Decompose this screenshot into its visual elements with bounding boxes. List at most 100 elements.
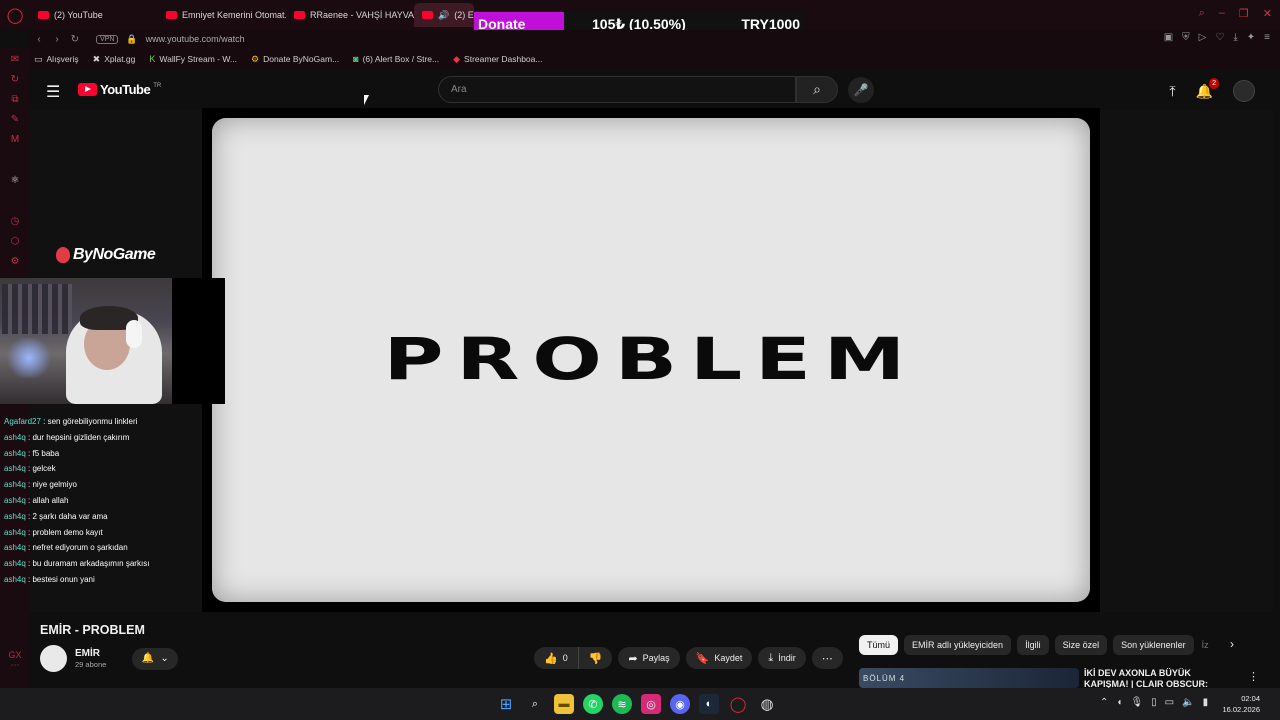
bookmarks-bar: ▭ Alışveriş ✖ Xplat.gg K WallFy Stream - W.…: [30, 48, 1280, 70]
sidebar-more-icon[interactable]: GX ⋯: [0, 650, 30, 671]
bookmark-item[interactable]: ◙ (6) Alert Box / Stre...: [353, 54, 439, 64]
m-icon[interactable]: M: [11, 134, 19, 145]
youtube-logo[interactable]: YouTube TR: [78, 82, 161, 97]
menu-icon[interactable]: ≡: [1264, 32, 1270, 43]
lock-icon[interactable]: 🔒: [126, 34, 137, 45]
notifications-button[interactable]: 🔔 2: [1196, 77, 1219, 100]
reload-icon[interactable]: ↻: [66, 34, 84, 45]
settings-icon[interactable]: ⚙: [11, 256, 20, 267]
chat-username: ash4q: [4, 543, 26, 553]
channel-avatar[interactable]: [40, 645, 67, 672]
vpn-badge[interactable]: VPN: [96, 34, 119, 44]
chat-username: ash4q: [4, 574, 26, 584]
thumbs-down-icon: 👎: [588, 652, 603, 665]
battery-icon[interactable]: ▮: [1203, 697, 1209, 708]
voice-search-button[interactable]: 🎤: [848, 77, 874, 103]
browser-tab[interactable]: Emniyet Kemerini Otomat...: [158, 3, 286, 27]
chat-username: ash4q: [4, 464, 26, 474]
browser-tab-active[interactable]: 🔊 (2) EM: [414, 3, 474, 27]
address-bar: ‹ › ↻ VPN 🔒 www.youtube.com/watch ▣ ⛨ ▷ …: [30, 30, 1280, 48]
minimize-icon[interactable]: –: [1219, 7, 1225, 20]
download-icon: ⤓: [768, 651, 774, 664]
browser-tab[interactable]: (2) YouTube: [30, 3, 158, 27]
chat-message: ash4q : problem demo kayıt: [4, 525, 224, 541]
bookmark-item[interactable]: ◆ Streamer Dashboa...: [453, 54, 542, 65]
chip-watched[interactable]: İz: [1200, 635, 1211, 655]
like-button[interactable]: 👍 0: [534, 647, 579, 669]
url-field[interactable]: www.youtube.com/watch: [146, 34, 245, 44]
snapshot-icon[interactable]: ▣: [1164, 32, 1173, 43]
chevron-up-icon[interactable]: ⌃: [1100, 697, 1108, 708]
chip-from-uploader[interactable]: EMİR adlı yükleyiciden: [904, 635, 1012, 655]
search-tabs-icon[interactable]: ⌕: [1199, 7, 1205, 20]
bookmark-item[interactable]: K WallFy Stream - W...: [149, 54, 237, 64]
download-icon[interactable]: ⤓: [1233, 32, 1237, 43]
chat-message: ash4q : bestesi onun yani: [4, 572, 224, 588]
like-dislike-group: 👍 0 👎: [534, 647, 613, 669]
display-icon[interactable]: ▭: [1165, 697, 1174, 708]
browser-tab[interactable]: RRaenee - VAHŞİ HAYVAN: [286, 3, 414, 27]
play-icon[interactable]: ▷: [1199, 32, 1207, 43]
download-button[interactable]: ⤓ İndir: [758, 647, 806, 669]
chip-all[interactable]: Tümü: [859, 635, 899, 655]
phone-icon[interactable]: ▯: [1151, 697, 1157, 708]
account-avatar[interactable]: [1233, 80, 1255, 102]
forward-icon[interactable]: ›: [48, 34, 66, 45]
history-icon[interactable]: ◷: [11, 216, 20, 227]
heart-icon[interactable]: ♡: [1215, 32, 1224, 43]
refresh-icon[interactable]: ↻: [11, 74, 19, 85]
save-label: Kaydet: [714, 653, 743, 663]
discord-icon[interactable]: ◉: [670, 694, 690, 714]
windows-start-icon[interactable]: ⊞: [496, 694, 516, 714]
instagram-icon[interactable]: ◎: [641, 694, 661, 714]
bookmark-item[interactable]: ⚙ Donate ByNoGam...: [251, 54, 339, 65]
bookmark-item[interactable]: ✖ Xplat.gg: [93, 54, 136, 65]
extensions-icon[interactable]: ⬡: [11, 236, 20, 247]
brush-icon[interactable]: ✎: [11, 114, 19, 125]
bynogame-logo-icon: [56, 247, 70, 263]
microphone-icon[interactable]: 🎙: [1130, 697, 1143, 708]
close-icon[interactable]: ✕: [1263, 7, 1272, 20]
recommended-video-thumbnail[interactable]: BÖLÜM 4: [859, 668, 1079, 688]
ai-icon[interactable]: ✦: [1247, 32, 1255, 43]
shield-icon[interactable]: ⛨: [1182, 32, 1190, 43]
search-input[interactable]: Ara: [438, 76, 796, 103]
chip-for-you[interactable]: Size özel: [1054, 635, 1108, 655]
opera-gx-icon[interactable]: ◯: [728, 694, 748, 714]
upload-icon[interactable]: ⤒: [1169, 83, 1175, 100]
tray-app-icon[interactable]: ◖: [1116, 697, 1122, 708]
channel-name[interactable]: EMİR: [75, 648, 106, 659]
share-button[interactable]: ➦ Paylaş: [618, 647, 680, 669]
search-icon[interactable]: ⌕: [525, 694, 545, 714]
video-player[interactable]: PROBLEM: [202, 108, 1100, 612]
volume-icon[interactable]: 🔈: [1182, 697, 1194, 708]
taskbar-clock[interactable]: 02:04 16.02.2026: [1222, 693, 1260, 715]
recommended-video-title[interactable]: İKİ DEV AXONLA BÜYÜK KAPIŞMA! | CLAIR OB…: [1084, 668, 1234, 688]
search-button[interactable]: ⌕: [796, 76, 838, 103]
whatsapp-icon[interactable]: ✆: [583, 694, 603, 714]
speaker-icon[interactable]: 🔊: [438, 10, 449, 21]
spotify-icon[interactable]: ≋: [612, 694, 632, 714]
mail-icon[interactable]: ✉: [11, 54, 19, 65]
channel-row: EMİR 29 abone 🔔 ⌄: [40, 645, 179, 672]
maximize-icon[interactable]: ❐: [1239, 7, 1249, 20]
dislike-button[interactable]: 👎: [578, 647, 613, 669]
steam-icon[interactable]: ◐: [699, 694, 719, 714]
chevron-right-icon[interactable]: ›: [1230, 637, 1234, 651]
chip-recent[interactable]: Son yüklenenler: [1113, 635, 1194, 655]
opera-logo-icon[interactable]: ◯: [0, 0, 30, 30]
file-explorer-icon[interactable]: ▬: [554, 694, 574, 714]
save-button[interactable]: 🔖 Kaydet: [685, 647, 753, 669]
subscription-button[interactable]: 🔔 ⌄: [132, 647, 179, 670]
more-vertical-icon[interactable]: ⋮: [1248, 670, 1259, 683]
chat-message: Agafard27 : sen görebiliyonmu linkleri: [4, 414, 224, 430]
obs-icon[interactable]: ◍: [757, 694, 777, 714]
menu-hamburger-icon[interactable]: ☰: [46, 82, 60, 102]
openai-icon[interactable]: ⚛: [11, 175, 20, 186]
bookmark-item[interactable]: ▭ Alışveriş: [34, 54, 79, 65]
back-icon[interactable]: ‹: [30, 34, 48, 45]
more-actions-button[interactable]: ⋯: [811, 647, 843, 669]
chip-related[interactable]: İlgili: [1017, 635, 1049, 655]
stack-icon[interactable]: ⧉: [11, 94, 18, 105]
chat-text: : nefret ediyorum o şarkıdan: [28, 543, 128, 553]
